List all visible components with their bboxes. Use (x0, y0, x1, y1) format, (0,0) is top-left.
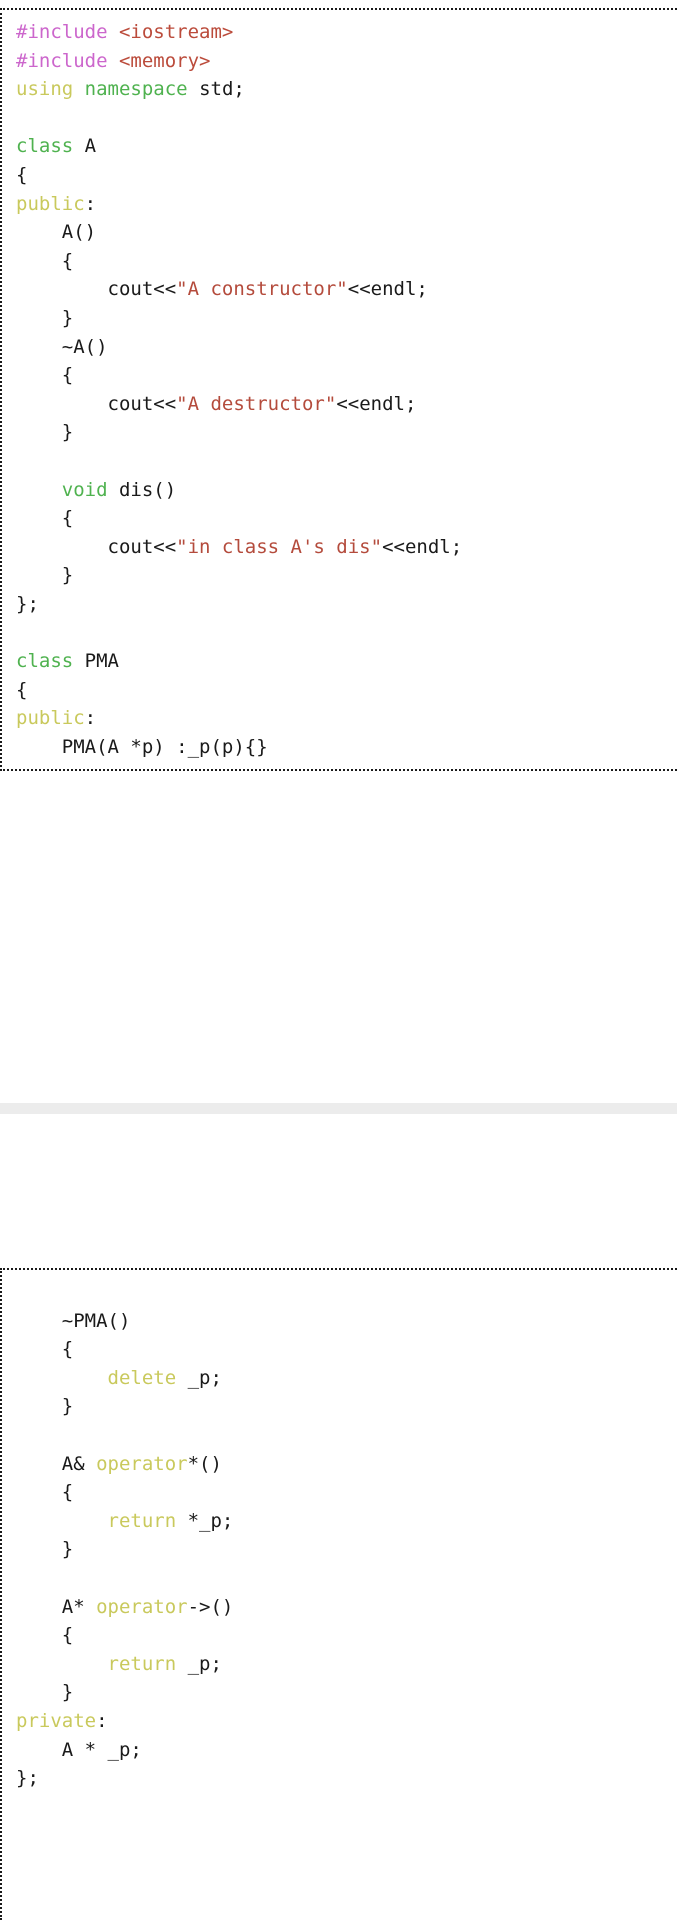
code-block-2-content[interactable]: ~PMA() { delete _p; } A& operator*() { r… (16, 1278, 677, 1793)
code-block-2: ~PMA() { delete _p; } A& operator*() { r… (0, 1268, 677, 1920)
code-block-2-inner: ~PMA() { delete _p; } A& operator*() { r… (2, 1270, 677, 1801)
code-block-1: #include <iostream> #include <memory> us… (0, 8, 677, 772)
code-block-1-content[interactable]: #include <iostream> #include <memory> us… (16, 18, 677, 761)
section-separator-band (0, 1103, 677, 1114)
code-block-1-inner: #include <iostream> #include <memory> us… (2, 10, 677, 769)
code-snippet-page: #include <iostream> #include <memory> us… (0, 0, 677, 1920)
